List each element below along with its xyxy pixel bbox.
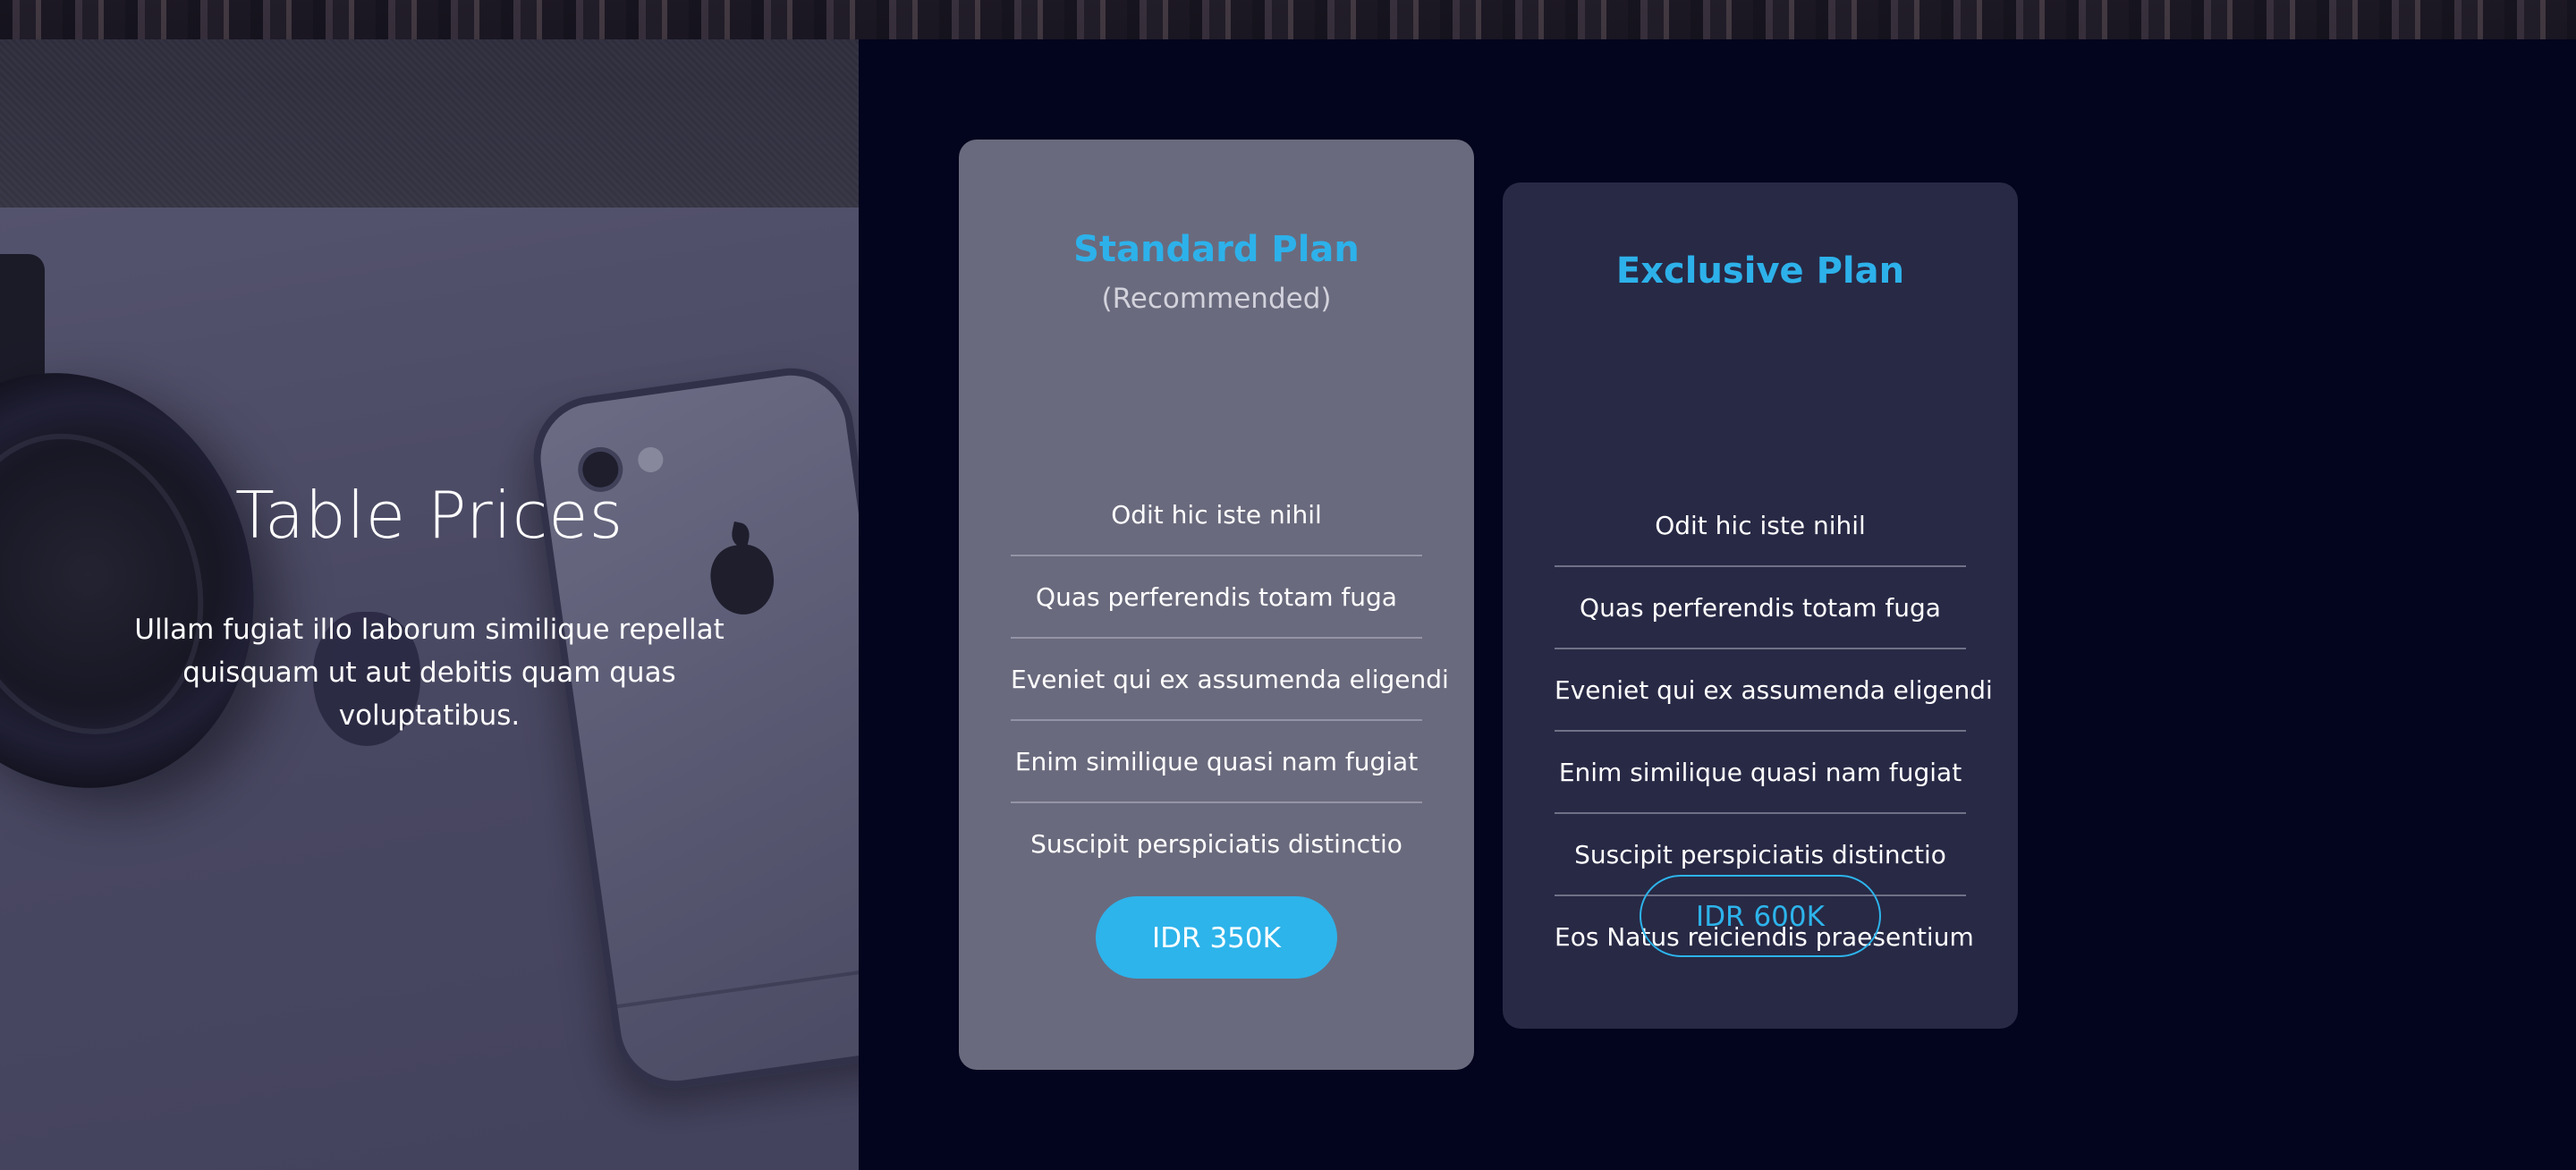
hero-content: Table Prices Ullam fugiat illo laborum s…	[0, 39, 859, 1170]
plan-feature: Quas perferendis totam fuga	[1555, 567, 1966, 649]
standard-price-button[interactable]: IDR 350K	[1096, 896, 1337, 979]
plan-feature: Suscipit perspiciatis distinctio	[1030, 829, 1402, 859]
plan-feature: Odit hic iste nihil	[1011, 474, 1422, 556]
plan-name: Exclusive Plan	[1615, 250, 1905, 292]
plan-name: Standard Plan	[1073, 229, 1360, 270]
plan-features-list: Odit hic iste nihil Quas perferendis tot…	[1011, 474, 1449, 886]
plan-subtitle: (Recommended)	[1101, 283, 1332, 315]
exclusive-price-button[interactable]: IDR 600K	[1640, 875, 1881, 957]
top-background-strip	[0, 0, 2576, 39]
pricing-card-exclusive: Exclusive Plan Odit hic iste nihil Quas …	[1503, 182, 2018, 1029]
page-description: Ullam fugiat illo laborum similique repe…	[134, 614, 724, 732]
pricing-card-standard: Standard Plan (Recommended) Odit hic ist…	[959, 140, 1474, 1070]
plan-feature: Quas perferendis totam fuga	[1011, 556, 1422, 639]
plan-feature: Eveniet qui ex assumenda eligendi	[1011, 639, 1449, 721]
plan-feature: Enim similique quasi nam fugiat	[1555, 732, 1966, 814]
plan-feature: Eveniet qui ex assumenda eligendi	[1555, 649, 1993, 732]
page-title: Table Prices	[234, 478, 624, 553]
plan-feature: Enim similique quasi nam fugiat	[1011, 721, 1422, 803]
plan-feature: Odit hic iste nihil	[1555, 485, 1966, 567]
